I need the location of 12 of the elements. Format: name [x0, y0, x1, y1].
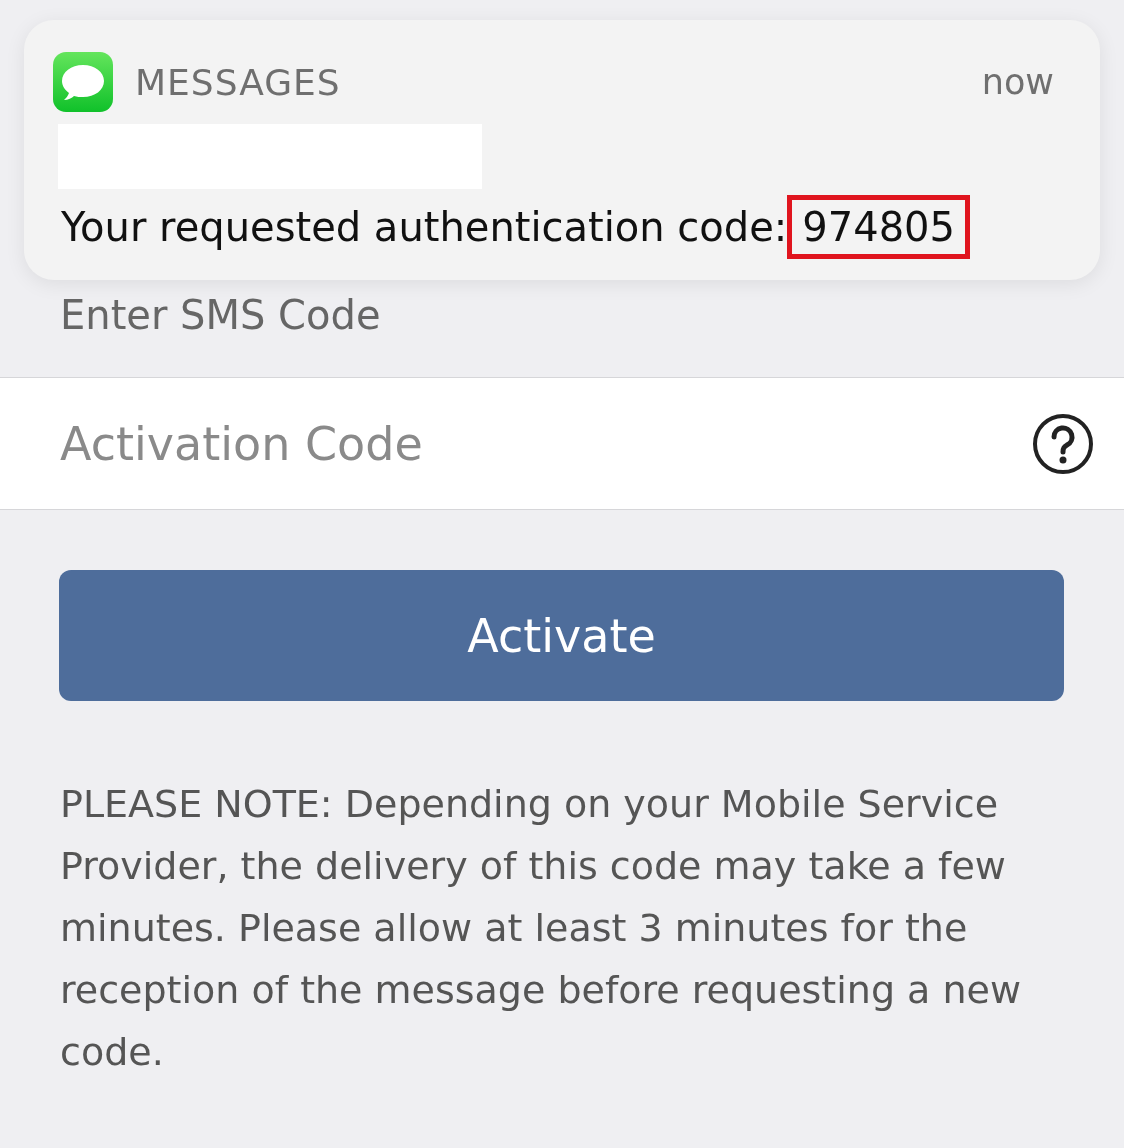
help-icon[interactable]	[1032, 412, 1094, 475]
activation-code-input[interactable]: Activation Code	[60, 408, 1032, 479]
note-text: PLEASE NOTE: Depending on your Mobile Service Provider, the delivery of this code may take a few minutes. Please allow at least 3 minutes for the reception of the message before requesting a new code.	[60, 781, 1022, 1076]
app-name: MESSAGES	[135, 61, 341, 103]
notification-card[interactable]: MESSAGES now Your requested authentication code: 974805	[24, 20, 1100, 280]
activate-button[interactable]: Activate	[59, 570, 1064, 701]
notification-time: now	[981, 62, 1054, 102]
message-text: Your requested authentication code:	[61, 204, 788, 250]
authentication-code: 974805	[787, 195, 970, 259]
activation-code-field[interactable]: Activation Code	[0, 377, 1124, 510]
speech-bubble-icon	[53, 52, 113, 112]
sms-code-label: Enter SMS Code	[60, 291, 382, 340]
